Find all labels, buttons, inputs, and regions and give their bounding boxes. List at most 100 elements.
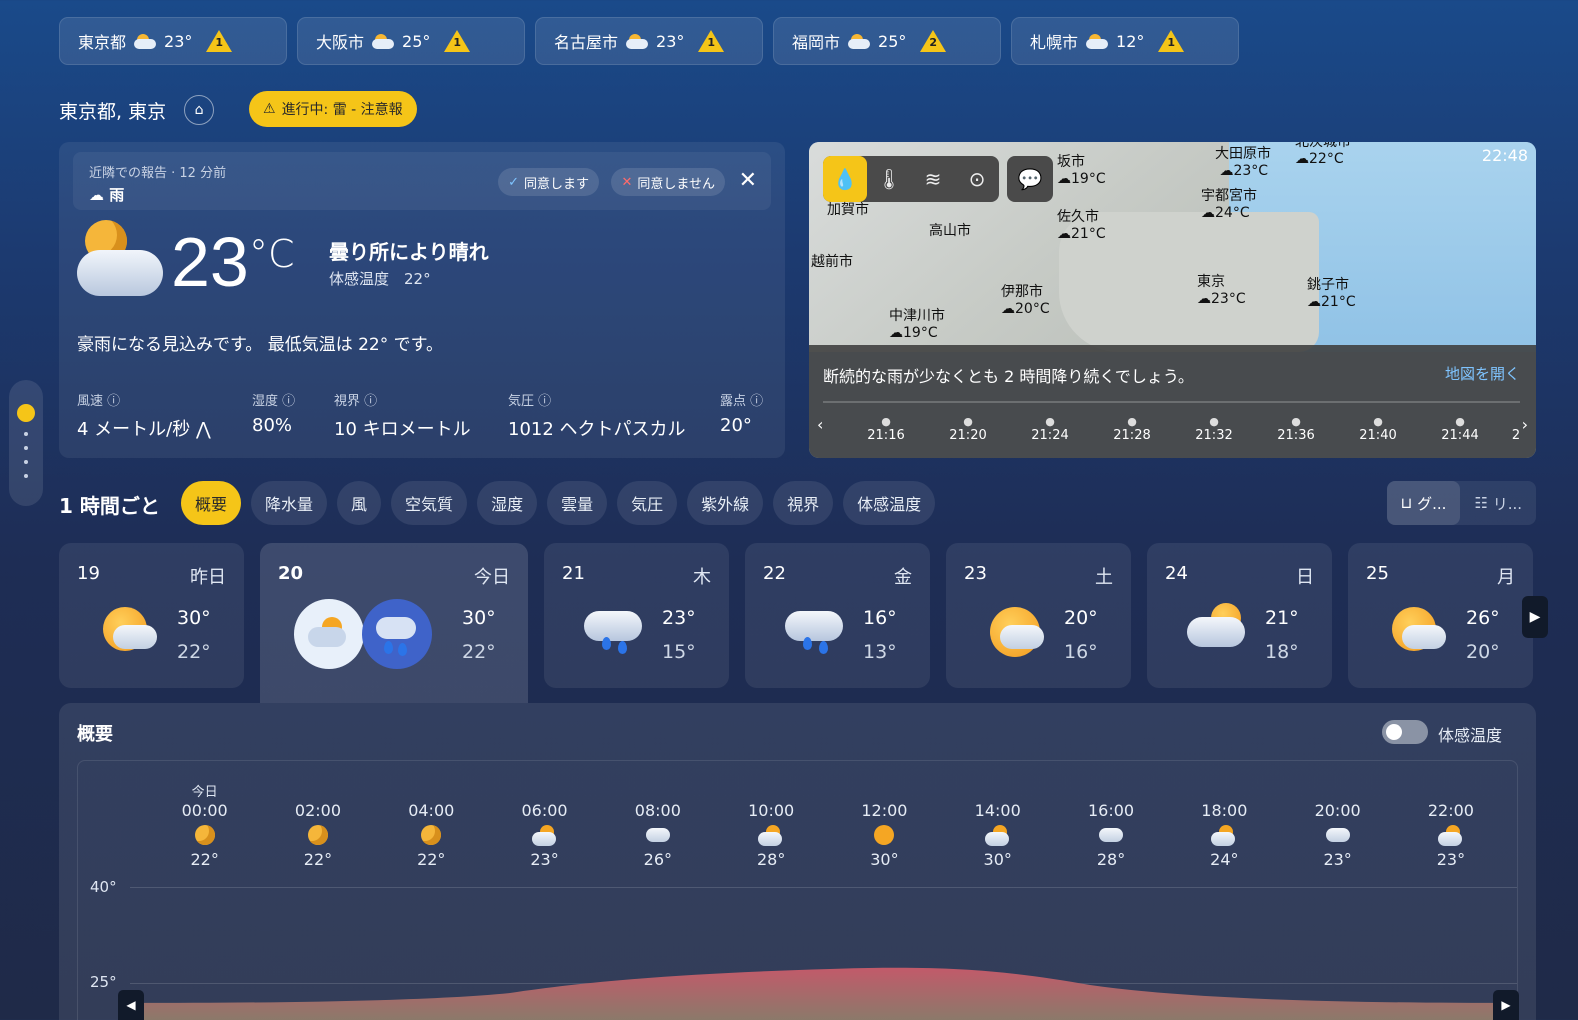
hour-column[interactable]: 10:00 28°: [714, 781, 827, 869]
timeline-tick[interactable]: ● 21:40: [1337, 415, 1419, 443]
close-icon[interactable]: ✕: [739, 168, 757, 193]
partly-cloudy-icon: [984, 825, 1011, 846]
timeline-tick[interactable]: ● 21:20: [927, 415, 1009, 443]
open-map-link[interactable]: 地図を開く: [1445, 363, 1520, 384]
day-label: [1394, 781, 1507, 801]
list-view-button[interactable]: ☷ リ...: [1460, 481, 1536, 525]
day-card[interactable]: 23 土 20° 16°: [946, 543, 1131, 688]
hour-column[interactable]: 16:00 28°: [1054, 781, 1167, 869]
day-card[interactable]: 25 月 26° 20°: [1348, 543, 1533, 688]
tab-pressure[interactable]: 気圧: [617, 481, 678, 525]
chevron-right-icon[interactable]: ›: [1522, 415, 1528, 434]
timeline-tick[interactable]: ● 21:44: [1419, 415, 1501, 443]
precipitation-icon[interactable]: 💧: [823, 156, 867, 202]
chevron-right-icon[interactable]: ▶: [1522, 596, 1548, 638]
timeline-track[interactable]: [823, 401, 1520, 403]
stat-pressure[interactable]: 気圧 ⓘ 1012 ヘクトパスカル: [508, 390, 720, 441]
day-card[interactable]: 19 昨日 30° 22°: [59, 543, 244, 688]
hour-temp: 23°: [530, 850, 559, 869]
cloud-icon: [848, 34, 871, 49]
city-name: 福岡市: [792, 33, 841, 52]
radar-map[interactable]: 💧 🌡 ≋ ⊙ 💬 坂市 ☁19°C 大田原市 ☁23°C 北茨城市 ☁22°C 加…: [809, 142, 1536, 458]
rain-icon: [584, 603, 642, 654]
temperature-area: [130, 967, 1518, 1020]
map-label: 中津川市 ☁19°C: [889, 308, 945, 341]
chevron-left-icon[interactable]: ‹: [817, 415, 823, 434]
hour-time: 02:00: [294, 801, 341, 820]
stat-visibility[interactable]: 視界 ⓘ 10 キロメートル: [334, 390, 508, 441]
day-card[interactable]: 22 金 16° 13°: [745, 543, 930, 688]
map-label: 伊那市 ☁20°C: [1001, 284, 1050, 317]
side-rail[interactable]: [9, 380, 43, 506]
feels-like-toggle[interactable]: [1382, 720, 1428, 744]
tab-wind[interactable]: 風: [337, 481, 382, 525]
view-toggle: ⊔ グ... ☷ リ...: [1386, 481, 1536, 525]
hourly-chart: 今日 00:00 22° 02:00 22° 04:00 22° 06:00 23° 08:00 2…: [77, 760, 1519, 1020]
city-name: 東京都: [78, 33, 127, 52]
graph-icon: ⊔: [1400, 494, 1413, 512]
day-card[interactable]: 21 木 23° 15°: [544, 543, 729, 688]
graph-view-button[interactable]: ⊔ グ...: [1386, 481, 1461, 525]
tab-cloud-cover[interactable]: 雲量: [547, 481, 608, 525]
hour-temp: 23°: [1436, 850, 1466, 869]
disagree-button[interactable]: ✕ 同意しません: [611, 168, 725, 196]
feels-like: 体感温度 22°: [329, 270, 431, 288]
map-label: 北茨城市 ☁22°C: [1295, 142, 1351, 167]
agree-button[interactable]: ✓ 同意します: [498, 168, 599, 196]
timeline-tick[interactable]: ● 21:16: [845, 415, 927, 443]
map-label: 銚子市 ☁21°C: [1307, 277, 1356, 310]
tab-air-quality[interactable]: 空気質: [391, 481, 468, 525]
hour-column[interactable]: 14:00 30°: [941, 781, 1054, 869]
stat-wind[interactable]: 風速 ⓘ 4 メートル/秒 ⋀: [77, 390, 252, 441]
stat-dewpoint[interactable]: 露点 ⓘ 20°: [720, 390, 770, 441]
y-axis-label: 25°: [90, 973, 117, 991]
chevron-right-icon[interactable]: ▶: [1493, 990, 1519, 1020]
hour-time: 16:00: [1087, 801, 1135, 820]
hour-column[interactable]: 04:00 22°: [375, 781, 488, 869]
hour-column[interactable]: 今日 00:00 22°: [148, 781, 261, 869]
tab-precipitation[interactable]: 降水量: [251, 481, 328, 525]
timeline-tick[interactable]: ● 21:36: [1255, 415, 1337, 443]
partly-cloudy-icon: [1437, 825, 1464, 846]
tab-feels-like[interactable]: 体感温度: [843, 481, 936, 525]
hour-column[interactable]: 22:00 23°: [1394, 781, 1507, 869]
hour-time: 18:00: [1201, 801, 1248, 820]
city-name: 札幌市: [1030, 33, 1079, 52]
tab-uv[interactable]: 紫外線: [687, 481, 764, 525]
map-label: 宇都宮市 ☁24°C: [1201, 188, 1257, 221]
tab-overview[interactable]: 概要: [181, 481, 242, 525]
city-nagoya[interactable]: 名古屋市 23° 1: [535, 17, 763, 65]
thermometer-icon[interactable]: 🌡: [867, 156, 911, 202]
stat-humidity[interactable]: 湿度 ⓘ 80%: [252, 390, 334, 441]
hour-column[interactable]: 12:00 30°: [828, 781, 941, 869]
wind-icon[interactable]: ≋: [911, 156, 955, 202]
hour-column[interactable]: 06:00 23°: [488, 781, 601, 869]
summary-title: 概要: [77, 724, 113, 745]
cloud-layer-icon[interactable]: ⊙: [955, 156, 999, 202]
hour-temp: 28°: [756, 850, 786, 869]
city-fukuoka[interactable]: 福岡市 25° 2: [773, 17, 1001, 65]
hour-column[interactable]: 18:00 24°: [1168, 781, 1281, 869]
tab-humidity[interactable]: 湿度: [477, 481, 538, 525]
city-temp: 23°: [164, 31, 193, 51]
city-osaka[interactable]: 大阪市 25° 1: [297, 17, 525, 65]
timeline-tick[interactable]: ● 21:32: [1173, 415, 1255, 443]
timeline-tick[interactable]: ● 21:28: [1091, 415, 1173, 443]
city-sapporo[interactable]: 札幌市 12° 1: [1011, 17, 1239, 65]
home-icon[interactable]: ⌂: [184, 95, 215, 125]
hour-column[interactable]: 20:00 23°: [1281, 781, 1394, 869]
chevron-left-icon[interactable]: ◀: [118, 990, 144, 1020]
day-card[interactable]: 24 日 21° 18°: [1147, 543, 1332, 688]
city-tokyo[interactable]: 東京都 23° 1: [59, 17, 287, 65]
alert-badge[interactable]: ⚠ 進行中: 雷 - 注意報: [249, 91, 417, 127]
sun-icon: [874, 825, 895, 845]
hour-temp: 22°: [303, 850, 333, 869]
comment-icon[interactable]: 💬: [1007, 156, 1053, 202]
day-card-selected[interactable]: 20 今日 30° 22°: [260, 543, 528, 703]
hour-column[interactable]: 08:00 26°: [601, 781, 714, 869]
timeline-tick[interactable]: ● 21:24: [1009, 415, 1091, 443]
tab-visibility[interactable]: 視界: [773, 481, 834, 525]
warning-icon: 1: [444, 30, 471, 52]
cloudy-icon: [1187, 603, 1245, 653]
hour-column[interactable]: 02:00 22°: [261, 781, 374, 869]
